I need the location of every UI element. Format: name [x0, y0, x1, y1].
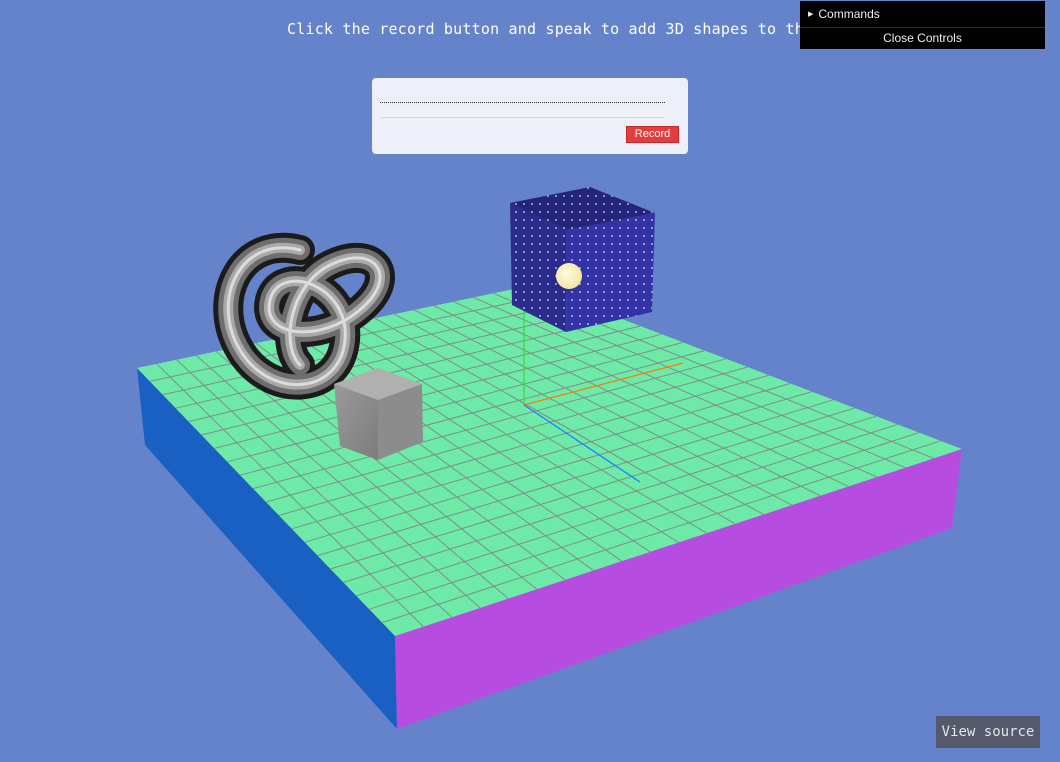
transcript-field [380, 107, 665, 118]
commands-folder-label: Commands [818, 7, 880, 21]
controls-panel: ▶ Commands Close Controls [800, 1, 1045, 49]
view-source-button[interactable]: View source [936, 716, 1040, 748]
triangle-right-icon: ▶ [808, 11, 814, 18]
light-sphere [556, 263, 582, 289]
waveform-line [380, 102, 665, 103]
wireframe-cube [510, 187, 655, 332]
voice-recorder-panel: Record [372, 78, 688, 154]
ground-top [137, 285, 962, 636]
commands-folder[interactable]: ▶ Commands [800, 1, 1045, 28]
gray-cube [334, 368, 423, 460]
record-button[interactable]: Record [626, 126, 679, 143]
ground-platform [137, 285, 962, 729]
close-controls-button[interactable]: Close Controls [800, 28, 1045, 49]
